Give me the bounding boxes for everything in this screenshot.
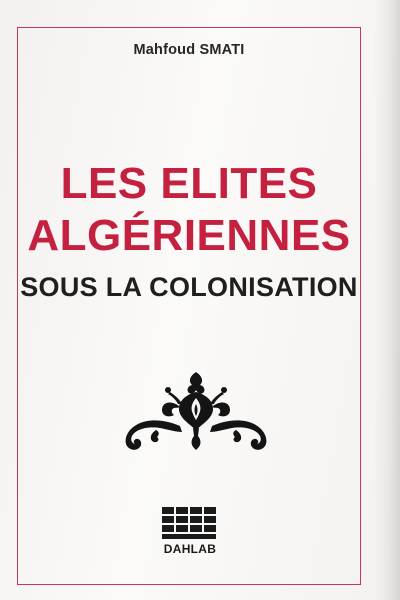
book-cover: Mahfoud SMATI LES ELITES ALGÉRIENNES SOU… [0, 0, 400, 600]
title-line-2: ALGÉRIENNES [27, 211, 351, 260]
subtitle: SOUS LA COLONISATION [20, 272, 358, 302]
fleur-de-lis-arabesque-icon [125, 372, 267, 450]
publisher-name: DAHLAB [163, 542, 217, 556]
cover-frame [17, 27, 361, 585]
title-line-1: LES ELITES [60, 159, 318, 208]
author-name: Mahfoud SMATI [133, 42, 245, 58]
grid-blocks-logo-icon [162, 507, 216, 539]
